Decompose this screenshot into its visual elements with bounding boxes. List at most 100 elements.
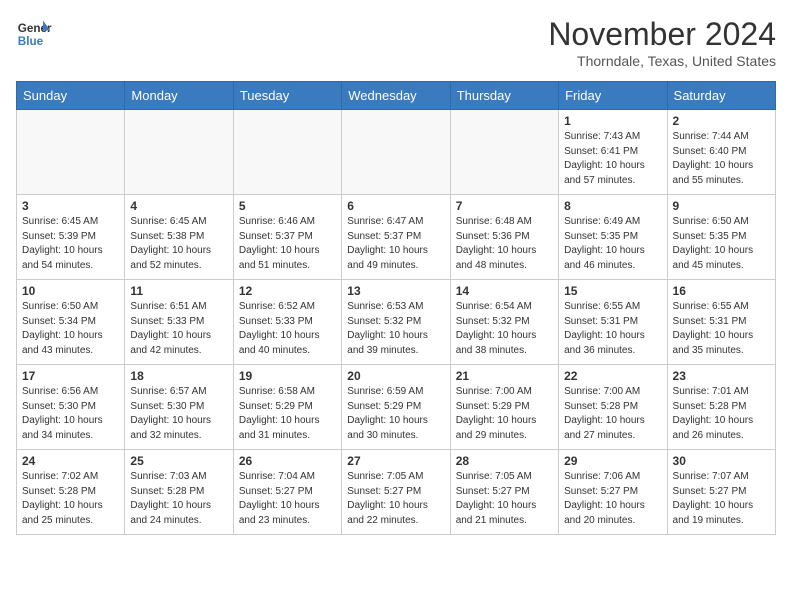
day-info: Sunrise: 6:50 AM Sunset: 5:34 PM Dayligh… xyxy=(22,300,119,358)
calendar-cell xyxy=(233,110,341,195)
day-info: Sunrise: 7:44 AM Sunset: 6:40 PM Dayligh… xyxy=(673,130,770,188)
calendar-cell: 5 Sunrise: 6:46 AM Sunset: 5:37 PM Daylig… xyxy=(233,195,341,280)
calendar-cell: 20 Sunrise: 6:59 AM Sunset: 5:29 PM Dayli… xyxy=(342,365,450,450)
day-number: 29 xyxy=(564,454,661,468)
svg-text:Blue: Blue xyxy=(18,35,44,48)
day-number: 2 xyxy=(673,114,770,128)
day-number: 13 xyxy=(347,284,444,298)
location: Thorndale, Texas, United States xyxy=(548,53,776,69)
day-info: Sunrise: 6:50 AM Sunset: 5:35 PM Dayligh… xyxy=(673,215,770,273)
calendar-cell xyxy=(125,110,233,195)
day-number: 15 xyxy=(564,284,661,298)
calendar-cell xyxy=(342,110,450,195)
day-number: 3 xyxy=(22,199,119,213)
day-number: 28 xyxy=(456,454,553,468)
col-header-saturday: Saturday xyxy=(667,82,775,110)
month-title: November 2024 xyxy=(548,16,776,53)
calendar-cell: 24 Sunrise: 7:02 AM Sunset: 5:28 PM Dayli… xyxy=(17,450,125,535)
day-info: Sunrise: 6:55 AM Sunset: 5:31 PM Dayligh… xyxy=(564,300,661,358)
day-info: Sunrise: 6:56 AM Sunset: 5:30 PM Dayligh… xyxy=(22,385,119,443)
col-header-thursday: Thursday xyxy=(450,82,558,110)
day-info: Sunrise: 7:00 AM Sunset: 5:29 PM Dayligh… xyxy=(456,385,553,443)
calendar-cell: 17Sunrise: 6:56 AM Sunset: 5:30 PM Dayli… xyxy=(17,365,125,450)
col-header-friday: Friday xyxy=(559,82,667,110)
day-info: Sunrise: 6:55 AM Sunset: 5:31 PM Dayligh… xyxy=(673,300,770,358)
logo-icon: General Blue xyxy=(16,16,52,52)
calendar-cell: 1 Sunrise: 7:43 AM Sunset: 6:41 PM Daylig… xyxy=(559,110,667,195)
week-row-3: 10 Sunrise: 6:50 AM Sunset: 5:34 PM Dayli… xyxy=(17,280,776,365)
day-number: 27 xyxy=(347,454,444,468)
col-header-tuesday: Tuesday xyxy=(233,82,341,110)
col-header-sunday: Sunday xyxy=(17,82,125,110)
calendar-cell: 23Sunrise: 7:01 AM Sunset: 5:28 PM Dayli… xyxy=(667,365,775,450)
calendar-cell: 21 Sunrise: 7:00 AM Sunset: 5:29 PM Dayli… xyxy=(450,365,558,450)
calendar-cell: 6Sunrise: 6:47 AM Sunset: 5:37 PM Daylig… xyxy=(342,195,450,280)
day-info: Sunrise: 7:43 AM Sunset: 6:41 PM Dayligh… xyxy=(564,130,661,188)
week-row-4: 17Sunrise: 6:56 AM Sunset: 5:30 PM Dayli… xyxy=(17,365,776,450)
day-info: Sunrise: 7:01 AM Sunset: 5:28 PM Dayligh… xyxy=(673,385,770,443)
week-row-5: 24 Sunrise: 7:02 AM Sunset: 5:28 PM Dayli… xyxy=(17,450,776,535)
day-info: Sunrise: 6:54 AM Sunset: 5:32 PM Dayligh… xyxy=(456,300,553,358)
calendar-header-row: SundayMondayTuesdayWednesdayThursdayFrid… xyxy=(17,82,776,110)
day-number: 24 xyxy=(22,454,119,468)
day-number: 21 xyxy=(456,369,553,383)
calendar-cell: 18Sunrise: 6:57 AM Sunset: 5:30 PM Dayli… xyxy=(125,365,233,450)
calendar-cell: 3Sunrise: 6:45 AM Sunset: 5:39 PM Daylig… xyxy=(17,195,125,280)
day-info: Sunrise: 6:53 AM Sunset: 5:32 PM Dayligh… xyxy=(347,300,444,358)
calendar-cell: 13 Sunrise: 6:53 AM Sunset: 5:32 PM Dayli… xyxy=(342,280,450,365)
day-number: 10 xyxy=(22,284,119,298)
calendar-cell: 15 Sunrise: 6:55 AM Sunset: 5:31 PM Dayli… xyxy=(559,280,667,365)
day-number: 4 xyxy=(130,199,227,213)
calendar-cell: 4Sunrise: 6:45 AM Sunset: 5:38 PM Daylig… xyxy=(125,195,233,280)
calendar-cell xyxy=(17,110,125,195)
day-number: 1 xyxy=(564,114,661,128)
day-number: 22 xyxy=(564,369,661,383)
calendar-table: SundayMondayTuesdayWednesdayThursdayFrid… xyxy=(16,81,776,535)
day-info: Sunrise: 6:46 AM Sunset: 5:37 PM Dayligh… xyxy=(239,215,336,273)
calendar-cell: 2 Sunrise: 7:44 AM Sunset: 6:40 PM Daylig… xyxy=(667,110,775,195)
day-info: Sunrise: 7:02 AM Sunset: 5:28 PM Dayligh… xyxy=(22,470,119,528)
week-row-1: 1 Sunrise: 7:43 AM Sunset: 6:41 PM Daylig… xyxy=(17,110,776,195)
calendar-cell: 11 Sunrise: 6:51 AM Sunset: 5:33 PM Dayli… xyxy=(125,280,233,365)
calendar-cell: 12 Sunrise: 6:52 AM Sunset: 5:33 PM Dayli… xyxy=(233,280,341,365)
calendar-cell: 30 Sunrise: 7:07 AM Sunset: 5:27 PM Dayli… xyxy=(667,450,775,535)
day-number: 30 xyxy=(673,454,770,468)
day-number: 26 xyxy=(239,454,336,468)
calendar-cell: 29Sunrise: 7:06 AM Sunset: 5:27 PM Dayli… xyxy=(559,450,667,535)
day-number: 12 xyxy=(239,284,336,298)
day-info: Sunrise: 6:52 AM Sunset: 5:33 PM Dayligh… xyxy=(239,300,336,358)
calendar-cell: 22 Sunrise: 7:00 AM Sunset: 5:28 PM Dayli… xyxy=(559,365,667,450)
page-header: General Blue November 2024 Thorndale, Te… xyxy=(16,16,776,69)
day-info: Sunrise: 7:03 AM Sunset: 5:28 PM Dayligh… xyxy=(130,470,227,528)
day-number: 18 xyxy=(130,369,227,383)
day-number: 8 xyxy=(564,199,661,213)
calendar-cell: 28 Sunrise: 7:05 AM Sunset: 5:27 PM Dayli… xyxy=(450,450,558,535)
day-number: 5 xyxy=(239,199,336,213)
calendar-cell: 19 Sunrise: 6:58 AM Sunset: 5:29 PM Dayli… xyxy=(233,365,341,450)
calendar-cell: 9Sunrise: 6:50 AM Sunset: 5:35 PM Daylig… xyxy=(667,195,775,280)
logo: General Blue xyxy=(16,16,52,52)
day-info: Sunrise: 7:05 AM Sunset: 5:27 PM Dayligh… xyxy=(456,470,553,528)
calendar-cell: 26 Sunrise: 7:04 AM Sunset: 5:27 PM Dayli… xyxy=(233,450,341,535)
day-info: Sunrise: 7:07 AM Sunset: 5:27 PM Dayligh… xyxy=(673,470,770,528)
day-number: 14 xyxy=(456,284,553,298)
title-block: November 2024 Thorndale, Texas, United S… xyxy=(548,16,776,69)
day-number: 20 xyxy=(347,369,444,383)
day-number: 11 xyxy=(130,284,227,298)
day-info: Sunrise: 7:04 AM Sunset: 5:27 PM Dayligh… xyxy=(239,470,336,528)
calendar-cell: 16 Sunrise: 6:55 AM Sunset: 5:31 PM Dayli… xyxy=(667,280,775,365)
day-info: Sunrise: 6:49 AM Sunset: 5:35 PM Dayligh… xyxy=(564,215,661,273)
calendar-cell: 7Sunrise: 6:48 AM Sunset: 5:36 PM Daylig… xyxy=(450,195,558,280)
week-row-2: 3Sunrise: 6:45 AM Sunset: 5:39 PM Daylig… xyxy=(17,195,776,280)
day-info: Sunrise: 6:51 AM Sunset: 5:33 PM Dayligh… xyxy=(130,300,227,358)
day-number: 16 xyxy=(673,284,770,298)
calendar-cell xyxy=(450,110,558,195)
calendar-cell: 8 Sunrise: 6:49 AM Sunset: 5:35 PM Daylig… xyxy=(559,195,667,280)
day-info: Sunrise: 6:58 AM Sunset: 5:29 PM Dayligh… xyxy=(239,385,336,443)
day-info: Sunrise: 7:00 AM Sunset: 5:28 PM Dayligh… xyxy=(564,385,661,443)
day-info: Sunrise: 6:59 AM Sunset: 5:29 PM Dayligh… xyxy=(347,385,444,443)
day-info: Sunrise: 6:48 AM Sunset: 5:36 PM Dayligh… xyxy=(456,215,553,273)
day-number: 19 xyxy=(239,369,336,383)
calendar-cell: 25Sunrise: 7:03 AM Sunset: 5:28 PM Dayli… xyxy=(125,450,233,535)
calendar-cell: 27Sunrise: 7:05 AM Sunset: 5:27 PM Dayli… xyxy=(342,450,450,535)
